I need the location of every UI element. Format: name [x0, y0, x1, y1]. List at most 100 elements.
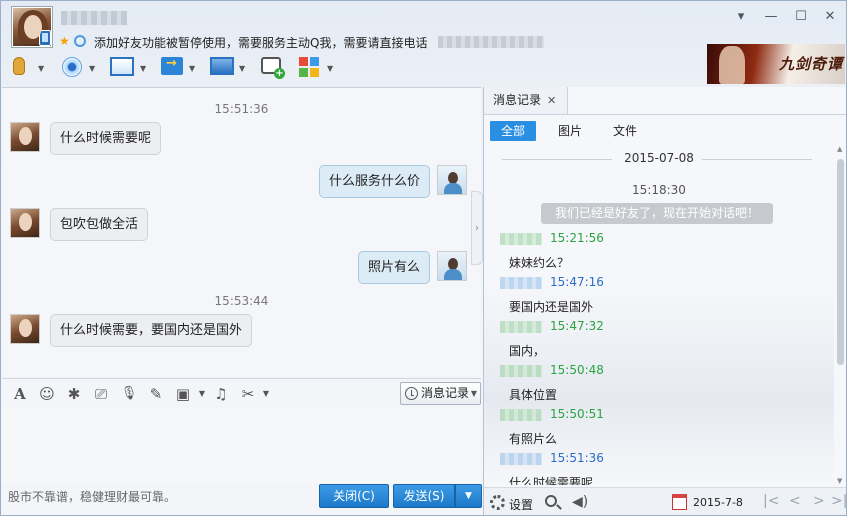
- sender-name-redacted: [500, 365, 542, 377]
- scroll-up-icon[interactable]: ▲: [837, 145, 842, 153]
- chat-window: ★ 添加好友功能被暂停使用，需要服务主动Q我，需要请直接电话 ▾ — ☐ ✕ 九…: [0, 0, 847, 516]
- scissors-icon[interactable]: ✂: [239, 385, 257, 403]
- close-window-button[interactable]: ✕: [823, 10, 837, 24]
- chevron-down-icon[interactable]: ▼: [327, 64, 333, 73]
- note-icon[interactable]: ✎: [147, 385, 165, 403]
- chevron-down-icon[interactable]: ▼: [89, 64, 95, 73]
- peer-avatar[interactable]: [10, 314, 40, 344]
- history-footer: 设置 ◀) 2015-7-8 |< < > >|: [484, 487, 846, 515]
- close-icon[interactable]: ✕: [547, 87, 556, 114]
- screenshot-icon[interactable]: ⎚: [92, 385, 110, 403]
- clock-icon: [405, 387, 418, 400]
- history-entry-time: 15:47:16: [550, 275, 604, 289]
- self-message-bubble: 照片有么: [358, 251, 431, 284]
- history-entry-text: 具体位置: [509, 388, 558, 402]
- scroll-down-icon[interactable]: ▼: [837, 477, 842, 485]
- shake-icon[interactable]: ✱: [65, 385, 83, 403]
- chevron-down-icon[interactable]: ▼: [189, 64, 195, 73]
- sender-name-redacted: [500, 233, 542, 245]
- calendar-icon[interactable]: [672, 494, 687, 510]
- ad-tip-link[interactable]: 股市不靠谱，稳健理财最可靠。: [8, 488, 176, 505]
- remote-desktop-icon: [210, 57, 234, 75]
- history-entry-time: 15:51:36: [550, 451, 604, 465]
- self-avatar[interactable]: [437, 251, 467, 281]
- date-separator: 2015-07-08: [484, 151, 834, 167]
- chat-add-icon: [261, 57, 285, 79]
- camera-icon: [62, 57, 82, 77]
- tab-message-history[interactable]: 消息记录 ✕: [484, 87, 568, 114]
- close-chat-button[interactable]: 关闭(C): [319, 484, 389, 508]
- font-icon[interactable]: A: [11, 385, 29, 403]
- last-page-icon[interactable]: >|: [831, 493, 846, 509]
- chevron-down-icon[interactable]: ▼: [257, 385, 275, 403]
- peer-avatar[interactable]: [10, 122, 40, 152]
- sender-name-redacted: [500, 321, 542, 333]
- history-scrollbar[interactable]: ▲ ▼: [836, 145, 846, 485]
- prev-page-icon[interactable]: <: [789, 493, 801, 509]
- history-entry-time: 15:21:56: [550, 231, 604, 245]
- peer-message-bubble: 什么时候需要，要国内还是国外: [50, 314, 253, 347]
- contact-signature: 添加好友功能被暂停使用，需要服务主动Q我，需要请直接电话: [94, 36, 428, 50]
- tab-label: 消息记录: [493, 93, 542, 107]
- voice-message-icon[interactable]: 🎙: [120, 385, 138, 403]
- message-history-button[interactable]: 消息记录 ▼: [400, 382, 481, 405]
- send-options-dropdown[interactable]: ▼: [455, 484, 482, 508]
- monitor-chart-icon: [110, 57, 134, 76]
- gear-icon[interactable]: [490, 495, 505, 510]
- window-menu-button[interactable]: ▾: [734, 10, 748, 24]
- sender-name-redacted: [500, 277, 542, 289]
- apps-grid-icon: [299, 57, 319, 77]
- search-icon[interactable]: [545, 495, 557, 507]
- self-avatar[interactable]: [437, 165, 467, 195]
- sender-name-redacted: [500, 409, 542, 421]
- music-icon[interactable]: ♫: [212, 385, 230, 403]
- settings-label[interactable]: 设置: [509, 496, 533, 513]
- chevron-down-icon[interactable]: ▼: [140, 64, 146, 73]
- chevron-down-icon[interactable]: ▼: [193, 385, 211, 403]
- speaker-icon[interactable]: ◀): [572, 495, 588, 510]
- history-entry-text: 妹妹约么？: [509, 256, 570, 270]
- star-icon[interactable]: ★: [59, 35, 70, 47]
- bottom-bar: 股市不靠谱，稳健理财最可靠。 关闭(C) 发送(S) ▼: [2, 483, 482, 513]
- sender-name-redacted: [500, 453, 542, 465]
- history-panel: 消息记录 ✕ 全部 图片 文件 2015-07-08 15:18:30 我们已经…: [483, 87, 846, 515]
- history-message-list[interactable]: 2015-07-08 15:18:30 我们已经是好友了，现在开始对话吧！ 15…: [484, 145, 834, 485]
- first-page-icon[interactable]: |<: [763, 493, 779, 509]
- filter-images-tab[interactable]: 图片: [547, 121, 593, 141]
- input-toolbar: A ☺ ✱ ⎚ 🎙 ✎ ▣ ▼ ♫ ✂ ▼ 消息记录 ▼: [2, 378, 481, 408]
- message-timestamp: 15:51:36: [214, 102, 269, 116]
- chevron-down-icon[interactable]: ▼: [239, 64, 245, 73]
- message-timestamp: 15:53:44: [214, 294, 269, 308]
- microphone-icon: [13, 57, 25, 75]
- send-button[interactable]: 发送(S): [393, 484, 455, 508]
- collapse-panel-handle[interactable]: ›: [471, 191, 483, 265]
- peer-message-bubble: 什么时候需要呢: [50, 122, 162, 155]
- folder-transfer-icon: [161, 56, 183, 75]
- phone-number-redacted: [438, 36, 544, 48]
- history-timestamp: 15:18:30: [632, 183, 686, 197]
- image-icon[interactable]: ▣: [174, 385, 192, 403]
- filter-files-tab[interactable]: 文件: [602, 121, 648, 141]
- history-entry-text: 国内，: [509, 344, 546, 358]
- history-entry-text: 什么时候需要呢: [509, 476, 594, 485]
- minimize-button[interactable]: —: [764, 10, 778, 24]
- self-message-bubble: 什么服务什么价: [319, 165, 431, 198]
- message-input[interactable]: [2, 408, 481, 483]
- history-entry-time: 15:50:51: [550, 407, 604, 421]
- message-list[interactable]: 15:51:36 什么时候需要呢 什么服务什么价 包吹包做全活 照片有么 15:…: [2, 87, 481, 377]
- emoji-icon[interactable]: ☺: [38, 385, 56, 403]
- history-button-label: 消息记录: [421, 386, 470, 400]
- scrollbar-thumb[interactable]: [837, 159, 844, 365]
- calendar-date[interactable]: 2015-7-8: [693, 496, 743, 509]
- maximize-button[interactable]: ☐: [794, 10, 808, 24]
- history-entry-time: 15:50:48: [550, 363, 604, 377]
- ad-logo: 九剑奇谭: [779, 55, 844, 73]
- qzone-icon[interactable]: [74, 35, 86, 47]
- history-entry-text: 要国内还是国外: [509, 300, 594, 314]
- chevron-down-icon[interactable]: ▼: [38, 64, 44, 73]
- peer-avatar[interactable]: [10, 208, 40, 238]
- next-page-icon[interactable]: >: [813, 493, 825, 509]
- game-ad-banner[interactable]: 九剑奇谭: [707, 44, 845, 84]
- filter-all-tab[interactable]: 全部: [490, 121, 537, 141]
- history-date: 2015-07-08: [624, 151, 694, 165]
